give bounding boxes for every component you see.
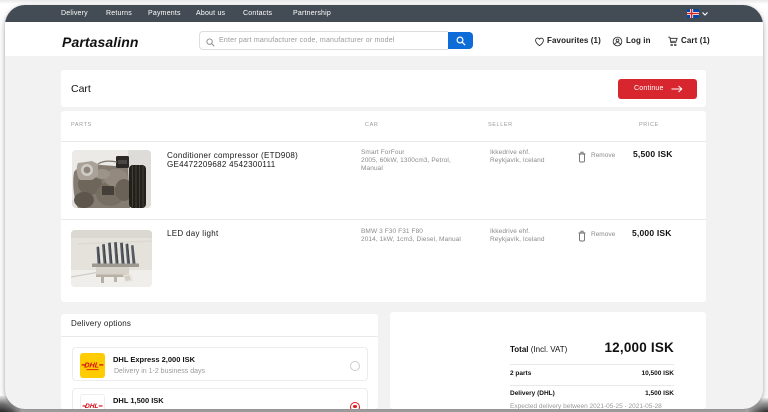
svg-text:DHL: DHL [84, 360, 100, 369]
svg-text:DHL: DHL [85, 403, 99, 409]
